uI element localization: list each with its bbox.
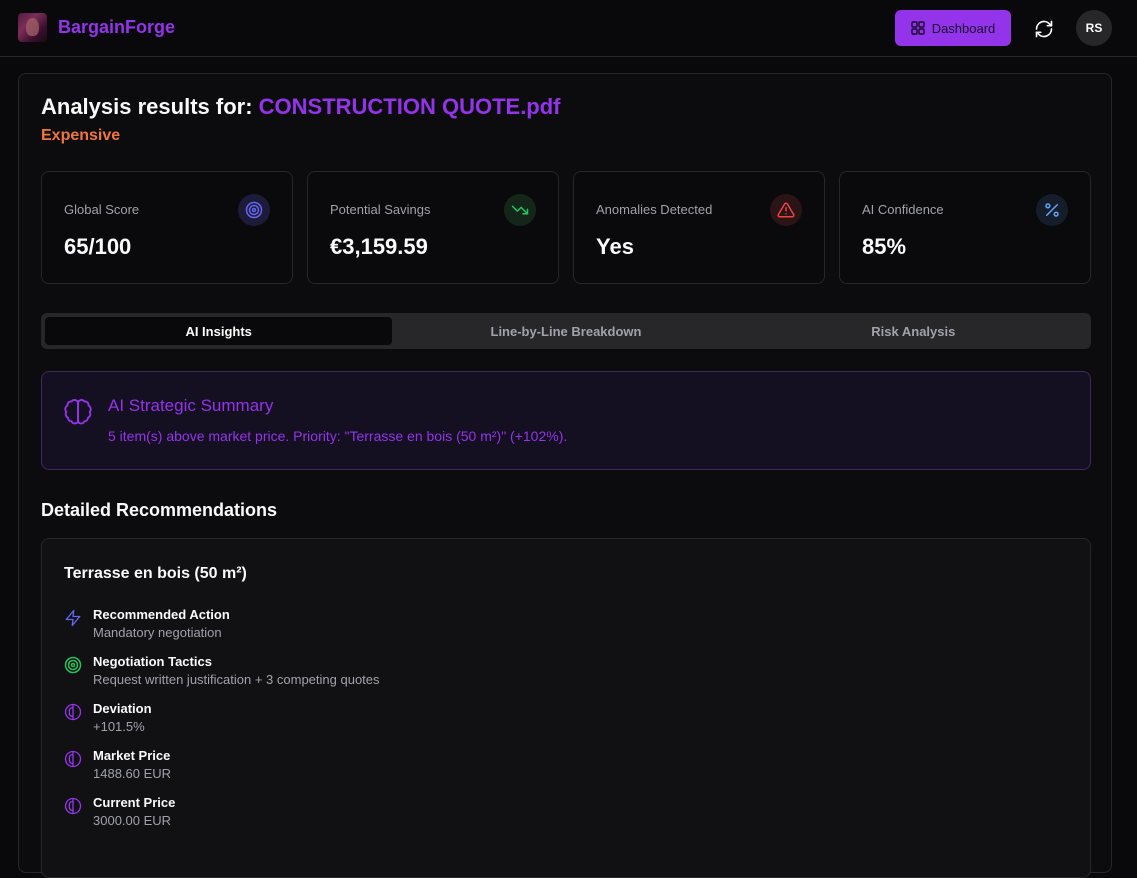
row-value: 1488.60 EUR [93, 766, 172, 781]
card-value: Yes [596, 234, 634, 259]
card-value: 85% [862, 234, 907, 259]
percent-icon [1036, 194, 1068, 226]
verdict-label: Expensive [41, 127, 121, 144]
card-value: 65/100 [64, 234, 132, 259]
logo-image [18, 13, 47, 42]
row-value: 3000.00 EUR [93, 813, 172, 828]
summary-title: AI Strategic Summary [108, 396, 274, 415]
row-label: Current Price [93, 795, 176, 810]
brain-icon [64, 703, 82, 721]
dashboard-label: Dashboard [931, 20, 996, 36]
card-value: €3,159.59 [330, 234, 428, 259]
app-name: BargainForge [58, 17, 176, 37]
tab-risk-analysis[interactable]: Risk Analysis [740, 317, 1087, 345]
row-value: Request written justification + 3 compet… [93, 672, 380, 687]
target-icon [238, 194, 270, 226]
refresh-button[interactable] [1031, 16, 1057, 42]
brain-icon [64, 797, 82, 815]
target-icon [64, 656, 82, 674]
top-bar: BargainForge Dashboard RS [0, 0, 1137, 57]
refresh-icon [1035, 20, 1053, 38]
title-prefix: Analysis results for: [41, 94, 253, 119]
zap-icon [65, 609, 81, 627]
card-label: Global Score [64, 202, 140, 217]
layout-grid-icon [910, 21, 925, 35]
item-title: Terrasse en bois (50 m²) [64, 565, 247, 582]
card-label: Anomalies Detected [596, 202, 713, 217]
row-label: Market Price [93, 748, 171, 763]
tab-bar: AI Insights Line-by-Line Breakdown Risk … [41, 313, 1091, 349]
anomalies-card: Anomalies Detected Yes [573, 171, 825, 284]
tab-line-by-line-breakdown[interactable]: Line-by-Line Breakdown [392, 317, 739, 345]
ai-confidence-card: AI Confidence 85% [839, 171, 1091, 284]
tab-ai-insights[interactable]: AI Insights [45, 317, 393, 345]
brain-icon [64, 398, 92, 431]
row-value: +101.5% [93, 719, 145, 734]
page-title: Analysis results for: CONSTRUCTION QUOTE… [41, 94, 561, 120]
potential-savings-card: Potential Savings €3,159.59 [307, 171, 559, 284]
dashboard-button[interactable]: Dashboard [895, 10, 1011, 46]
file-name: CONSTRUCTION QUOTE.pdf [258, 94, 561, 119]
ai-summary-box: AI Strategic Summary 5 item(s) above mar… [41, 371, 1091, 470]
brand[interactable]: BargainForge [18, 13, 175, 42]
summary-text: 5 item(s) above market price. Priority: … [108, 428, 568, 444]
section-title: Detailed Recommendations [41, 500, 278, 520]
card-label: AI Confidence [862, 202, 944, 217]
brain-icon [64, 750, 82, 768]
row-label: Deviation [93, 701, 152, 716]
recommendation-card: Terrasse en bois (50 m²) Recommended Act… [41, 538, 1091, 878]
global-score-card: Global Score 65/100 [41, 171, 293, 284]
alert-triangle-icon [770, 194, 802, 226]
row-value: Mandatory negotiation [93, 625, 222, 640]
user-avatar[interactable]: RS [1076, 10, 1112, 46]
row-label: Negotiation Tactics [93, 654, 212, 669]
card-label: Potential Savings [330, 202, 431, 217]
trending-down-icon [504, 194, 536, 226]
analysis-panel: Analysis results for: CONSTRUCTION QUOTE… [18, 73, 1112, 878]
row-label: Recommended Action [93, 607, 230, 622]
